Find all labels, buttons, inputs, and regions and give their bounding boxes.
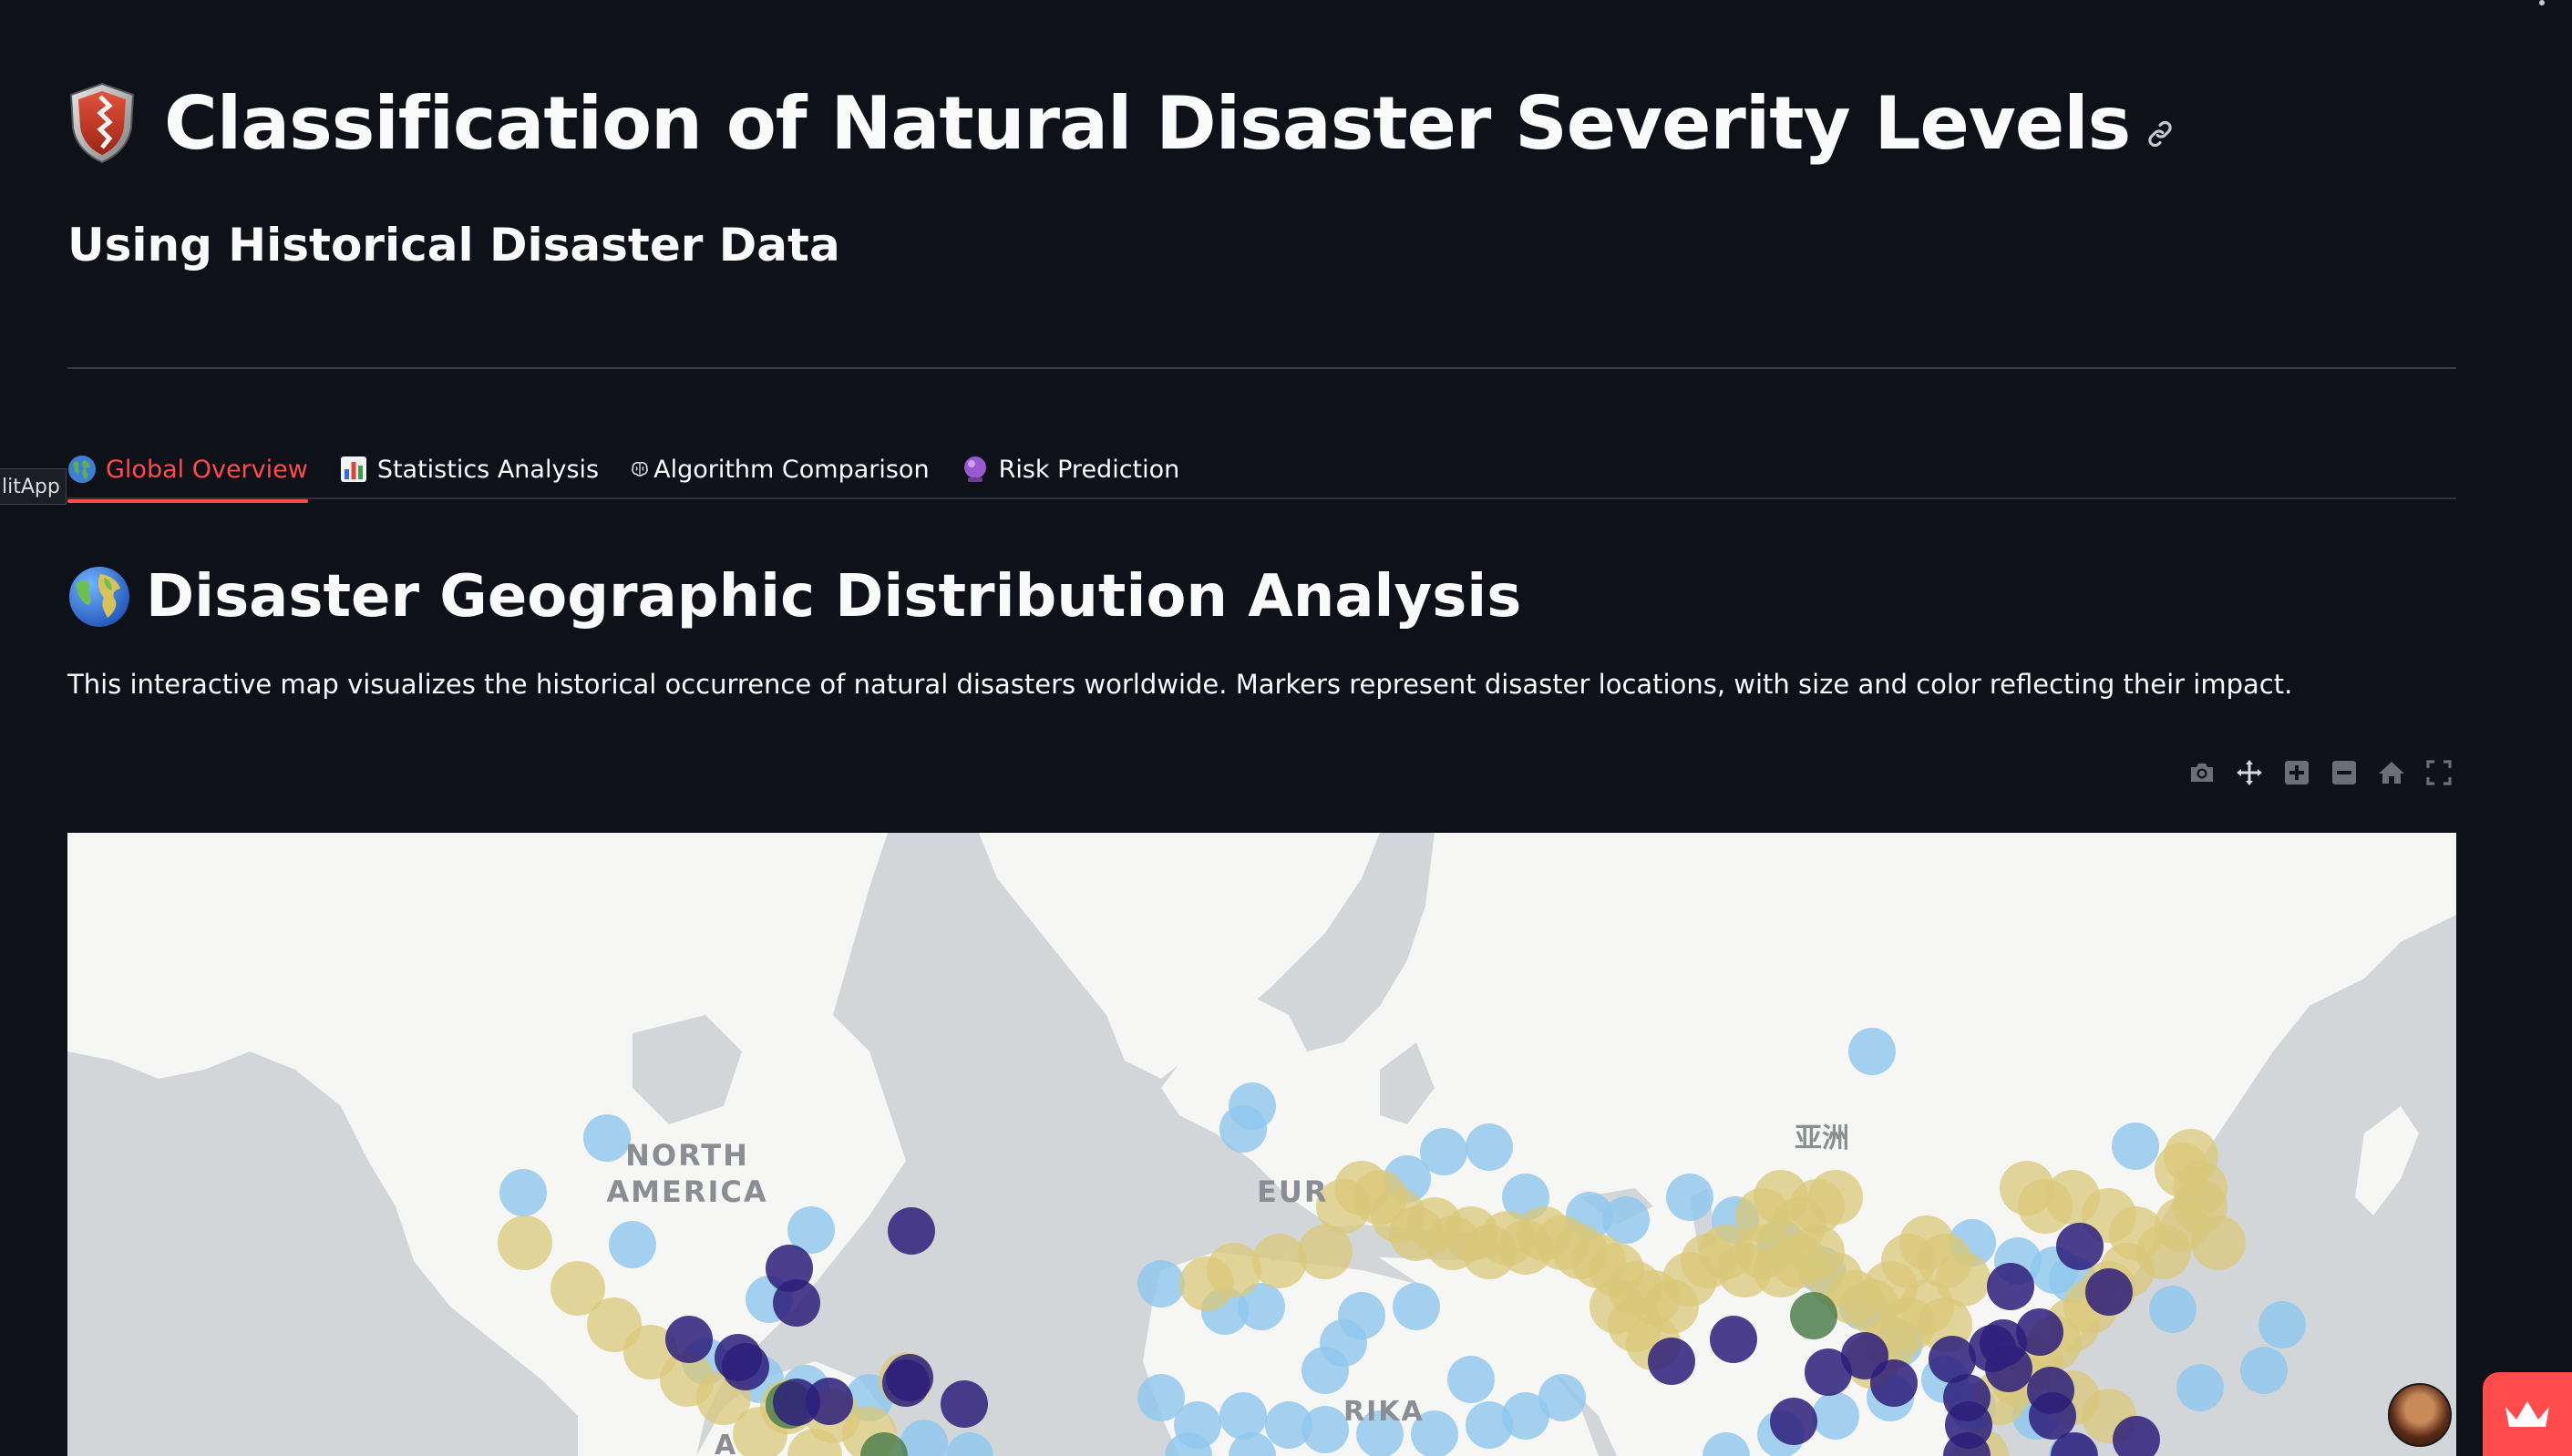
light-blue-marker[interactable]: [1301, 1347, 1349, 1394]
yellow-marker[interactable]: [2173, 1161, 2227, 1215]
yellow-marker[interactable]: [2191, 1215, 2246, 1270]
side-tooltip: litApp: [0, 468, 67, 505]
disaster-map[interactable]: NORTH AMERICA EUR 亚洲 RIKA A: [67, 833, 2456, 1456]
tab-label: Global Overview: [106, 455, 308, 484]
tab-global-overview[interactable]: Global Overview: [67, 441, 308, 503]
pan-button[interactable]: [2232, 755, 2267, 790]
tab-label: Algorithm Comparison: [653, 455, 930, 484]
section-description: This interactive map visualizes the hist…: [67, 669, 2293, 700]
purple-marker[interactable]: [773, 1279, 820, 1327]
zoom-in-button[interactable]: [2279, 755, 2314, 790]
crown-icon: [2505, 1401, 2549, 1427]
purple-marker[interactable]: [2085, 1268, 2133, 1316]
bar-chart-icon: [340, 456, 366, 482]
purple-marker[interactable]: [882, 1359, 930, 1407]
purple-marker[interactable]: [1710, 1316, 1757, 1363]
purple-marker[interactable]: [2016, 1308, 2063, 1356]
purple-marker[interactable]: [2056, 1223, 2104, 1270]
yellow-marker[interactable]: [1808, 1170, 1863, 1225]
home-button[interactable]: [2374, 755, 2409, 790]
globe-icon: [68, 456, 96, 483]
light-blue-marker[interactable]: [1393, 1283, 1440, 1330]
page-subtitle: Using Historical Disaster Data: [67, 219, 840, 272]
light-blue-marker[interactable]: [1466, 1123, 1513, 1171]
light-blue-marker[interactable]: [1301, 1406, 1349, 1453]
purple-marker[interactable]: [1987, 1263, 2034, 1310]
yellow-marker[interactable]: [1207, 1243, 1261, 1297]
fullscreen-button[interactable]: [2422, 755, 2456, 790]
camera-icon: [2191, 764, 2213, 782]
light-blue-marker[interactable]: [499, 1169, 547, 1216]
tab-bar: Global Overview Statistics Analysis Algo…: [67, 441, 2456, 503]
purple-marker[interactable]: [722, 1343, 769, 1390]
green-marker[interactable]: [1790, 1292, 1837, 1339]
page-header: Classification of Natural Disaster Sever…: [67, 73, 2176, 173]
zoom-in-icon: [2285, 761, 2309, 784]
light-blue-marker[interactable]: [1848, 1028, 1896, 1075]
light-blue-marker[interactable]: [2240, 1347, 2288, 1394]
light-blue-marker[interactable]: [2258, 1301, 2306, 1348]
light-blue-marker[interactable]: [1219, 1392, 1267, 1440]
tab-algorithm-comparison[interactable]: Algorithm Comparison: [630, 441, 930, 497]
pan-icon: [2237, 760, 2262, 785]
status-dot: [2539, 0, 2545, 5]
light-blue-marker[interactable]: [1137, 1260, 1185, 1307]
purple-marker[interactable]: [941, 1380, 988, 1428]
light-blue-marker[interactable]: [1447, 1356, 1495, 1403]
purple-marker[interactable]: [2029, 1392, 2076, 1440]
light-blue-marker[interactable]: [2112, 1123, 2159, 1170]
light-blue-marker[interactable]: [609, 1221, 656, 1268]
yellow-marker[interactable]: [1589, 1279, 1644, 1334]
purple-marker[interactable]: [1985, 1345, 2032, 1392]
brain-icon: [632, 461, 648, 477]
light-blue-marker[interactable]: [2149, 1286, 2196, 1333]
map-label-europe: EUR: [1257, 1174, 1328, 1209]
map-label-south: A: [715, 1430, 736, 1456]
purple-marker[interactable]: [1770, 1398, 1817, 1445]
map-label-africa: RIKA: [1343, 1396, 1425, 1428]
zoom-out-icon: [2332, 761, 2356, 784]
avatar[interactable]: [2388, 1383, 2452, 1447]
plot-modebar: [2172, 754, 2456, 791]
light-blue-marker[interactable]: [2176, 1364, 2224, 1411]
zoom-out-button[interactable]: [2327, 755, 2361, 790]
light-blue-marker[interactable]: [1219, 1105, 1267, 1153]
shield-icon: [69, 82, 135, 164]
light-blue-marker[interactable]: [1666, 1174, 1713, 1221]
streamlit-app-button[interactable]: [2483, 1372, 2572, 1456]
map-label-america: AMERICA: [606, 1174, 767, 1209]
camera-button[interactable]: [2185, 755, 2219, 790]
yellow-marker[interactable]: [498, 1215, 552, 1270]
light-blue-marker[interactable]: [1538, 1374, 1586, 1421]
link-icon[interactable]: [2145, 118, 2176, 149]
divider: [67, 367, 2456, 369]
map-label-north: NORTH: [625, 1138, 749, 1173]
map-canvas: NORTH AMERICA EUR 亚洲 RIKA A: [67, 833, 2456, 1456]
tab-risk-prediction[interactable]: Risk Prediction: [961, 441, 1180, 497]
purple-marker[interactable]: [1648, 1338, 1695, 1385]
map-label-asia: 亚洲: [1795, 1123, 1849, 1154]
globe-icon: [69, 567, 129, 627]
home-icon: [2379, 762, 2404, 784]
tab-label: Risk Prediction: [998, 455, 1180, 484]
light-blue-marker[interactable]: [583, 1114, 631, 1162]
crystal-ball-icon: [963, 456, 986, 482]
page-title: Classification of Natural Disaster Sever…: [164, 80, 2131, 166]
tab-label: Statistics Analysis: [376, 455, 600, 484]
tab-statistics-analysis[interactable]: Statistics Analysis: [339, 441, 599, 497]
section-title: Disaster Geographic Distribution Analysi…: [146, 563, 1522, 631]
fullscreen-icon: [2426, 760, 2452, 785]
tab-underline: [67, 497, 2456, 499]
purple-marker[interactable]: [888, 1207, 935, 1255]
light-blue-marker[interactable]: [1812, 1392, 1859, 1440]
section-header: Disaster Geographic Distribution Analysi…: [67, 558, 1521, 636]
purple-marker[interactable]: [1870, 1359, 1918, 1407]
yellow-marker[interactable]: [1252, 1234, 1307, 1288]
light-blue-marker[interactable]: [1420, 1128, 1467, 1175]
purple-marker[interactable]: [665, 1316, 713, 1363]
purple-marker[interactable]: [806, 1378, 853, 1425]
